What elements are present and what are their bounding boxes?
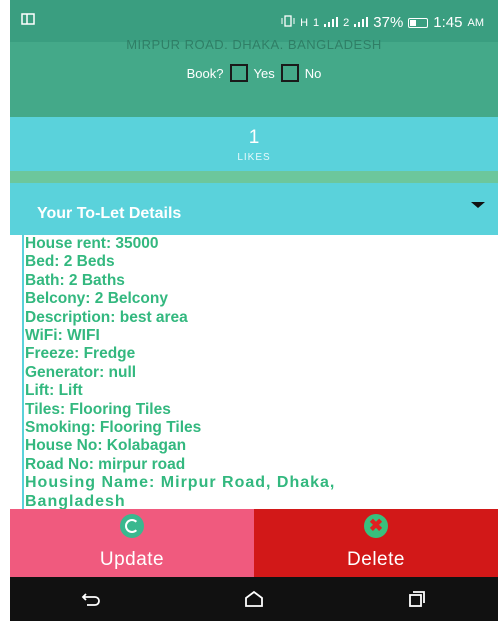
signal-bars-icon — [324, 14, 339, 31]
details-title: Your To-Let Details — [37, 205, 182, 222]
no-label: No — [304, 65, 322, 81]
recents-icon — [408, 591, 425, 607]
recents-button[interactable] — [387, 577, 447, 621]
detail-housing-name: Housing Name: Mirpur Road, Dhaka, — [25, 474, 336, 492]
detail-belcony: Belcony: 2 Belcony — [25, 290, 168, 308]
detail-freeze: Freeze: Fredge — [25, 345, 136, 363]
delete-button[interactable]: ✖ Delete — [254, 509, 498, 577]
detail-wifi: WiFi: WIFI — [25, 327, 100, 345]
close-icon: ✖ — [364, 514, 388, 538]
screen-cast-icon — [21, 12, 35, 28]
yes-checkbox[interactable] — [229, 64, 248, 82]
likes-count: 1 — [248, 127, 260, 148]
detail-tiles: Tiles: Flooring Tiles — [25, 400, 171, 418]
detail-description: Description: best area — [25, 308, 188, 326]
back-icon — [82, 593, 101, 606]
detail-house-rent: House rent: 35000 — [25, 235, 159, 252]
update-label: Update — [99, 549, 165, 570]
likes-panel[interactable]: 1 LIKES — [10, 117, 498, 171]
section-divider — [10, 171, 498, 183]
chevron-down-icon[interactable] — [471, 202, 485, 208]
action-bar: Update ✖ Delete — [10, 509, 498, 577]
booking-row: Book? Yes No — [10, 64, 498, 82]
detail-generator: Generator: null — [25, 363, 137, 381]
signal-sim2: 2 — [343, 16, 350, 29]
app-screen: H 1 2 37% 1:45 AM MIRPUR ROAD, DHAKA, BA… — [10, 0, 498, 621]
book-question: Book? — [186, 65, 224, 81]
detail-smoking: Smoking: Flooring Tiles — [25, 419, 202, 437]
delete-label: Delete — [347, 549, 405, 570]
status-indicators: H 1 2 37% 1:45 AM — [281, 14, 484, 31]
detail-bed: Bed: 2 Beds — [25, 253, 115, 271]
yes-label: Yes — [253, 65, 275, 81]
home-button[interactable] — [224, 577, 284, 621]
detail-housing-name-cont: Bangladesh — [25, 492, 126, 509]
detail-house-no: House No: Kolabagan — [25, 437, 187, 455]
battery-icon — [408, 17, 429, 28]
vibrate-icon — [281, 14, 295, 31]
battery-percent: 37% — [373, 14, 404, 31]
home-icon — [245, 590, 263, 607]
signal-bars-icon — [354, 14, 369, 31]
data-icon: H — [300, 16, 309, 29]
refresh-icon — [120, 514, 144, 538]
update-button[interactable]: Update — [10, 509, 254, 577]
status-bar: H 1 2 37% 1:45 AM — [10, 0, 498, 42]
clock: 1:45 — [433, 14, 463, 31]
details-header[interactable]: Your To-Let Details — [10, 183, 498, 235]
address-text: MIRPUR ROAD, DHAKA, BANGLADESH — [126, 37, 382, 49]
likes-label: LIKES — [237, 152, 271, 163]
system-nav-bar — [10, 577, 498, 621]
details-list[interactable]: House rent: 35000 Bed: 2 Beds Bath: 2 Ba… — [22, 235, 498, 509]
booking-panel: MIRPUR ROAD, DHAKA, BANGLADESH Book? Yes… — [10, 37, 498, 117]
no-checkbox[interactable] — [280, 64, 299, 82]
detail-road-no: Road No: mirpur road — [25, 455, 186, 473]
detail-bath: Bath: 2 Baths — [25, 271, 125, 289]
signal-sim1: 1 — [313, 16, 320, 29]
back-button[interactable] — [61, 577, 121, 621]
detail-lift: Lift: Lift — [25, 382, 83, 400]
clock-ampm: AM — [467, 16, 485, 29]
